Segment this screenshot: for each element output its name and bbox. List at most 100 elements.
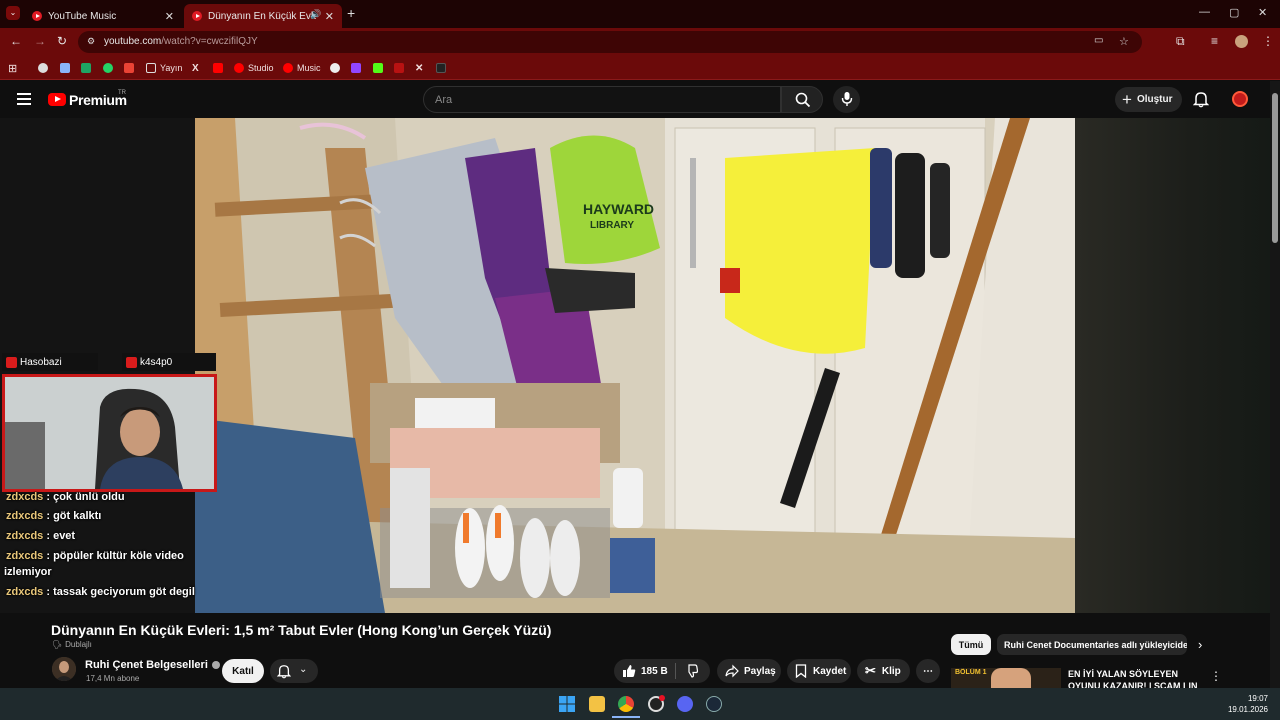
browser-menu-icon[interactable]: ⋮ bbox=[1262, 34, 1274, 48]
address-bar[interactable]: ⚙ youtube.com/watch?v=cwczifilQJY ☆ ▭ bbox=[78, 31, 1142, 53]
create-label: Oluştur bbox=[1136, 94, 1173, 105]
site-info-icon[interactable]: ⚙ bbox=[87, 36, 95, 47]
cam-label-text: k4s4p0 bbox=[140, 356, 173, 368]
bookmark-studio[interactable]: Studio bbox=[234, 61, 274, 75]
bookmark-chatgpt-icon[interactable] bbox=[38, 61, 52, 75]
bookmark-gemini-icon[interactable] bbox=[60, 61, 74, 75]
tab-search-icon[interactable]: ⌄ bbox=[6, 6, 20, 20]
discord-icon[interactable] bbox=[677, 696, 693, 712]
media-controls-icon[interactable]: ≡ bbox=[1211, 34, 1218, 48]
chat-text: : pöpüler kültür köle video bbox=[43, 550, 184, 562]
page-scrollbar[interactable] bbox=[1270, 81, 1280, 688]
tab-youtube-music[interactable]: YouTube Music ✕ bbox=[24, 4, 182, 28]
notifications-icon[interactable] bbox=[1192, 90, 1210, 113]
notification-dot bbox=[659, 695, 665, 701]
apps-icon[interactable]: ⊞ bbox=[8, 61, 17, 75]
bell-icon bbox=[277, 665, 291, 679]
recommended-menu-icon[interactable]: ⋮ bbox=[1210, 669, 1222, 683]
bookmark-music[interactable]: Music bbox=[283, 61, 321, 75]
dubbed-badge: 🗣 Dublajlı bbox=[52, 640, 92, 649]
new-tab-button[interactable]: + bbox=[347, 5, 355, 21]
url-path: /watch?v=cwczifilQJY bbox=[161, 36, 258, 47]
reload-icon[interactable]: ↻ bbox=[57, 34, 67, 48]
search-button[interactable] bbox=[781, 86, 823, 113]
bookmark-twitch-icon[interactable] bbox=[351, 61, 365, 75]
bookmark-youtube-icon[interactable] bbox=[213, 61, 227, 75]
chat-username: zdxcds bbox=[6, 550, 44, 562]
dub-label: Dublajlı bbox=[65, 640, 92, 649]
more-actions-button[interactable]: ⋯ bbox=[916, 659, 940, 683]
more-icon: ⋯ bbox=[923, 665, 933, 677]
bookmark-red-icon[interactable] bbox=[394, 61, 408, 75]
chevron-right-icon[interactable]: › bbox=[1198, 637, 1202, 652]
join-button[interactable]: Katıl bbox=[222, 659, 264, 683]
bookmark-star-icon[interactable]: ☆ bbox=[1119, 35, 1129, 48]
dislike-button[interactable] bbox=[684, 664, 699, 681]
save-label: Kaydet bbox=[813, 665, 847, 677]
bookmark-kick-icon[interactable] bbox=[373, 61, 387, 75]
cast-icon[interactable]: ▭ bbox=[1094, 35, 1103, 46]
webcam-overlay bbox=[2, 374, 217, 492]
create-button[interactable]: + Oluştur bbox=[1115, 87, 1182, 112]
steam-icon[interactable] bbox=[706, 696, 722, 712]
recommended-thumbnail[interactable]: BÖLÜM 1 bbox=[951, 668, 1061, 688]
cam-label-text: Hasobazi bbox=[20, 356, 62, 368]
os-taskbar: 19:07 19.01.2026 bbox=[0, 688, 1280, 720]
close-window-icon[interactable]: ✕ bbox=[1258, 6, 1267, 19]
chat-message: zdxcds : çok ünlü oldu bbox=[6, 491, 125, 503]
bookmark-sheets-icon[interactable] bbox=[81, 61, 95, 75]
chrome-icon[interactable] bbox=[618, 696, 634, 712]
bookmark-whatsapp-icon[interactable] bbox=[103, 61, 117, 75]
close-tab-icon[interactable]: ✕ bbox=[165, 10, 174, 23]
maximize-icon[interactable]: ▢ bbox=[1229, 6, 1239, 19]
share-button[interactable]: Paylaş bbox=[717, 659, 781, 683]
video-frame: HAYWARD LIBRARY bbox=[195, 118, 1075, 613]
chip-channel[interactable]: Ruhi Cenet Documentaries adlı yükleyicid… bbox=[997, 634, 1187, 655]
back-icon[interactable]: ← bbox=[10, 34, 22, 48]
channel-avatar[interactable] bbox=[52, 657, 76, 681]
subscription-bell-button[interactable]: ⌄ bbox=[270, 659, 318, 683]
youtube-icon bbox=[192, 11, 202, 21]
clip-button[interactable]: ✂ Klip bbox=[857, 659, 910, 683]
menu-icon[interactable] bbox=[17, 93, 31, 105]
extensions-icon[interactable]: ⧉ bbox=[1176, 34, 1185, 49]
browser-toolbar: ← → ↻ ⚙ youtube.com/watch?v=cwczifilQJY … bbox=[0, 28, 1280, 56]
bookmark-x-alt-icon[interactable]: ✕ bbox=[415, 61, 423, 75]
chat-username: zdxcds bbox=[6, 510, 44, 522]
search-input[interactable]: Ara bbox=[423, 86, 781, 113]
profile-avatar[interactable] bbox=[1235, 35, 1248, 48]
close-tab-icon[interactable]: ✕ bbox=[325, 10, 334, 23]
chip-all[interactable]: Tümü bbox=[951, 634, 991, 655]
save-button[interactable]: Kaydet bbox=[787, 659, 851, 683]
divider bbox=[675, 663, 676, 679]
cam-label-k4s4p0: k4s4p0 bbox=[122, 353, 216, 371]
bookmark-label: Studio bbox=[248, 63, 274, 73]
youtube-logo-icon[interactable] bbox=[48, 93, 66, 106]
account-avatar[interactable] bbox=[1232, 91, 1248, 107]
system-clock[interactable]: 19:07 19.01.2026 bbox=[1228, 693, 1268, 715]
forward-icon[interactable]: → bbox=[34, 34, 46, 48]
recommended-title[interactable]: EN İYİ YALAN SÖYLEYEN OYUNU KAZANIR! | S… bbox=[1068, 668, 1198, 688]
channel-name-text: Ruhi Çenet Belgeselleri bbox=[85, 659, 208, 671]
url-text[interactable]: youtube.com/watch?v=cwczifilQJY bbox=[104, 36, 258, 47]
bookmark-gmail-icon[interactable] bbox=[124, 61, 138, 75]
chat-text: : tassak geciyorum göt degil bbox=[43, 586, 195, 598]
voice-search-button[interactable] bbox=[833, 86, 860, 113]
audio-playing-icon[interactable]: 🔊 bbox=[310, 9, 321, 20]
tab-current-video[interactable]: Dünyanın En Küçük Evleri: 1 🔊 ✕ bbox=[184, 4, 342, 28]
scrollbar-thumb[interactable] bbox=[1272, 93, 1278, 243]
dub-icon: 🗣 bbox=[52, 640, 63, 649]
channel-name[interactable]: Ruhi Çenet Belgeselleri bbox=[85, 659, 220, 671]
minimize-icon[interactable]: — bbox=[1199, 6, 1210, 18]
bookmark-folder-yayin[interactable]: Yayın bbox=[146, 61, 182, 75]
clock-time: 19:07 bbox=[1247, 694, 1268, 703]
file-explorer-icon[interactable] bbox=[589, 696, 605, 712]
chat-message: zdxcds : tassak geciyorum göt degil bbox=[6, 586, 195, 598]
bookmark-dark-icon[interactable] bbox=[436, 61, 450, 75]
video-player[interactable]: HAYWARD LIBRARY bbox=[195, 118, 1075, 613]
bookmark-github-icon[interactable] bbox=[330, 61, 344, 75]
chat-message: zdxcds : pöpüler kültür köle video bbox=[6, 550, 184, 562]
bookmark-x-icon[interactable]: X bbox=[192, 61, 199, 75]
subscriber-count: 17,4 Mn abone bbox=[86, 674, 140, 683]
start-icon[interactable] bbox=[559, 696, 575, 712]
